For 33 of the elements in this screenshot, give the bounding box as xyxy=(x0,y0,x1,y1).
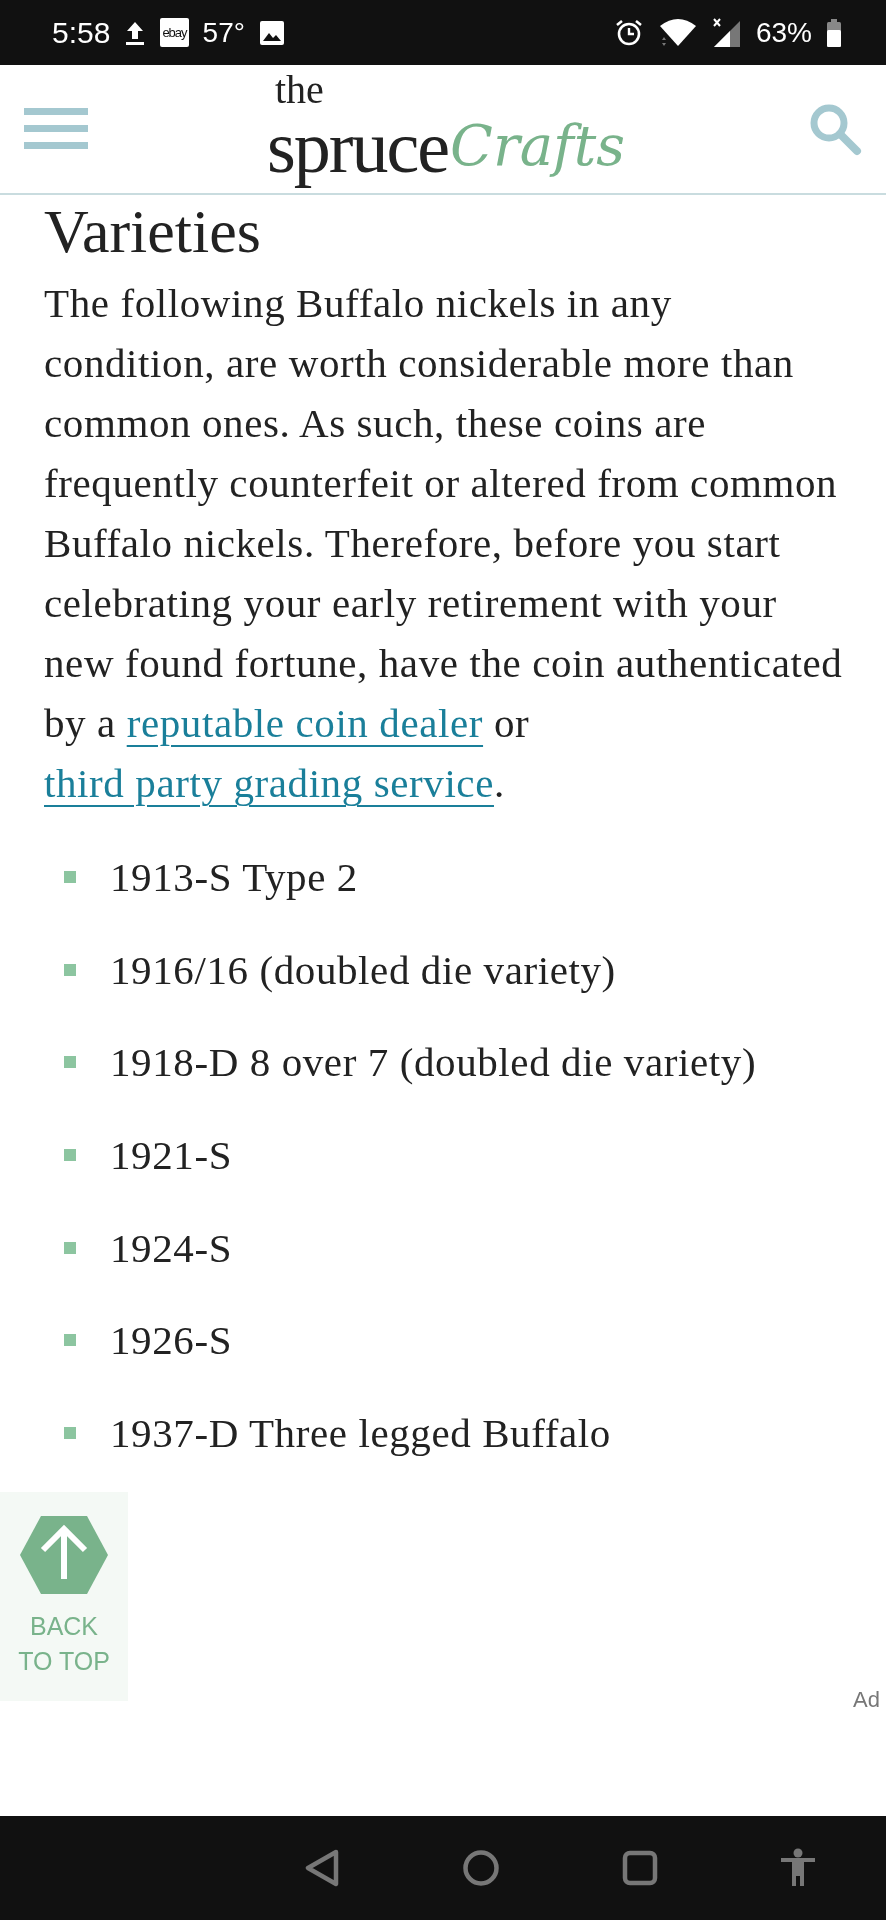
recents-icon[interactable] xyxy=(622,1850,658,1886)
text-link[interactable]: reputable coin dealer xyxy=(126,700,484,746)
site-logo[interactable]: the spruceCrafts xyxy=(260,68,636,190)
bullet-icon xyxy=(64,1241,76,1254)
wifi-icon xyxy=(657,17,698,48)
list-item: 1937-D Three legged Buffalo xyxy=(110,1408,611,1457)
text-link[interactable]: third party grading service xyxy=(44,760,494,806)
list-item: 1913-S Type 2 xyxy=(110,853,358,902)
battery-icon xyxy=(826,17,842,48)
bullet-icon xyxy=(64,1056,76,1069)
home-icon[interactable] xyxy=(462,1849,500,1887)
bullet-icon xyxy=(64,1426,76,1439)
list-item: 1921-S xyxy=(110,1131,233,1180)
list-item: 1926-S xyxy=(110,1316,233,1365)
status-time: 5:58 xyxy=(52,15,111,50)
section-heading: Varieties xyxy=(44,196,262,267)
ad-label: Ad xyxy=(853,1687,880,1713)
bullet-icon xyxy=(64,963,76,976)
accessibility-icon[interactable] xyxy=(780,1848,816,1888)
notification-badge: ebay xyxy=(160,18,189,47)
up-arrow-icon xyxy=(19,1514,109,1595)
image-icon xyxy=(258,19,285,46)
bullet-icon xyxy=(64,1149,76,1162)
list-item: 1924-S xyxy=(110,1223,233,1272)
bullet-icon xyxy=(64,1334,76,1347)
list-item: 1916/16 (doubled die variety) xyxy=(110,945,616,994)
back-icon[interactable] xyxy=(304,1849,340,1887)
list-item: 1918-D 8 over 7 (doubled die variety) xyxy=(110,1038,757,1087)
temperature: 57° xyxy=(202,16,245,49)
article-paragraph: The following Buffalo nickels in any condition, are worth considerable more than common ones. As such, these coins are frequently counterfeit or altered from common Buffalo nickels. Therefore, before you start celebrating your early retirement with your new found fortune, have the coin authenticated by a reputable coin dealer or third party grading service. xyxy=(44,279,844,808)
cell-signal-icon xyxy=(711,16,742,49)
bullet-icon xyxy=(64,871,76,884)
battery-percentage: 63% xyxy=(755,16,812,49)
